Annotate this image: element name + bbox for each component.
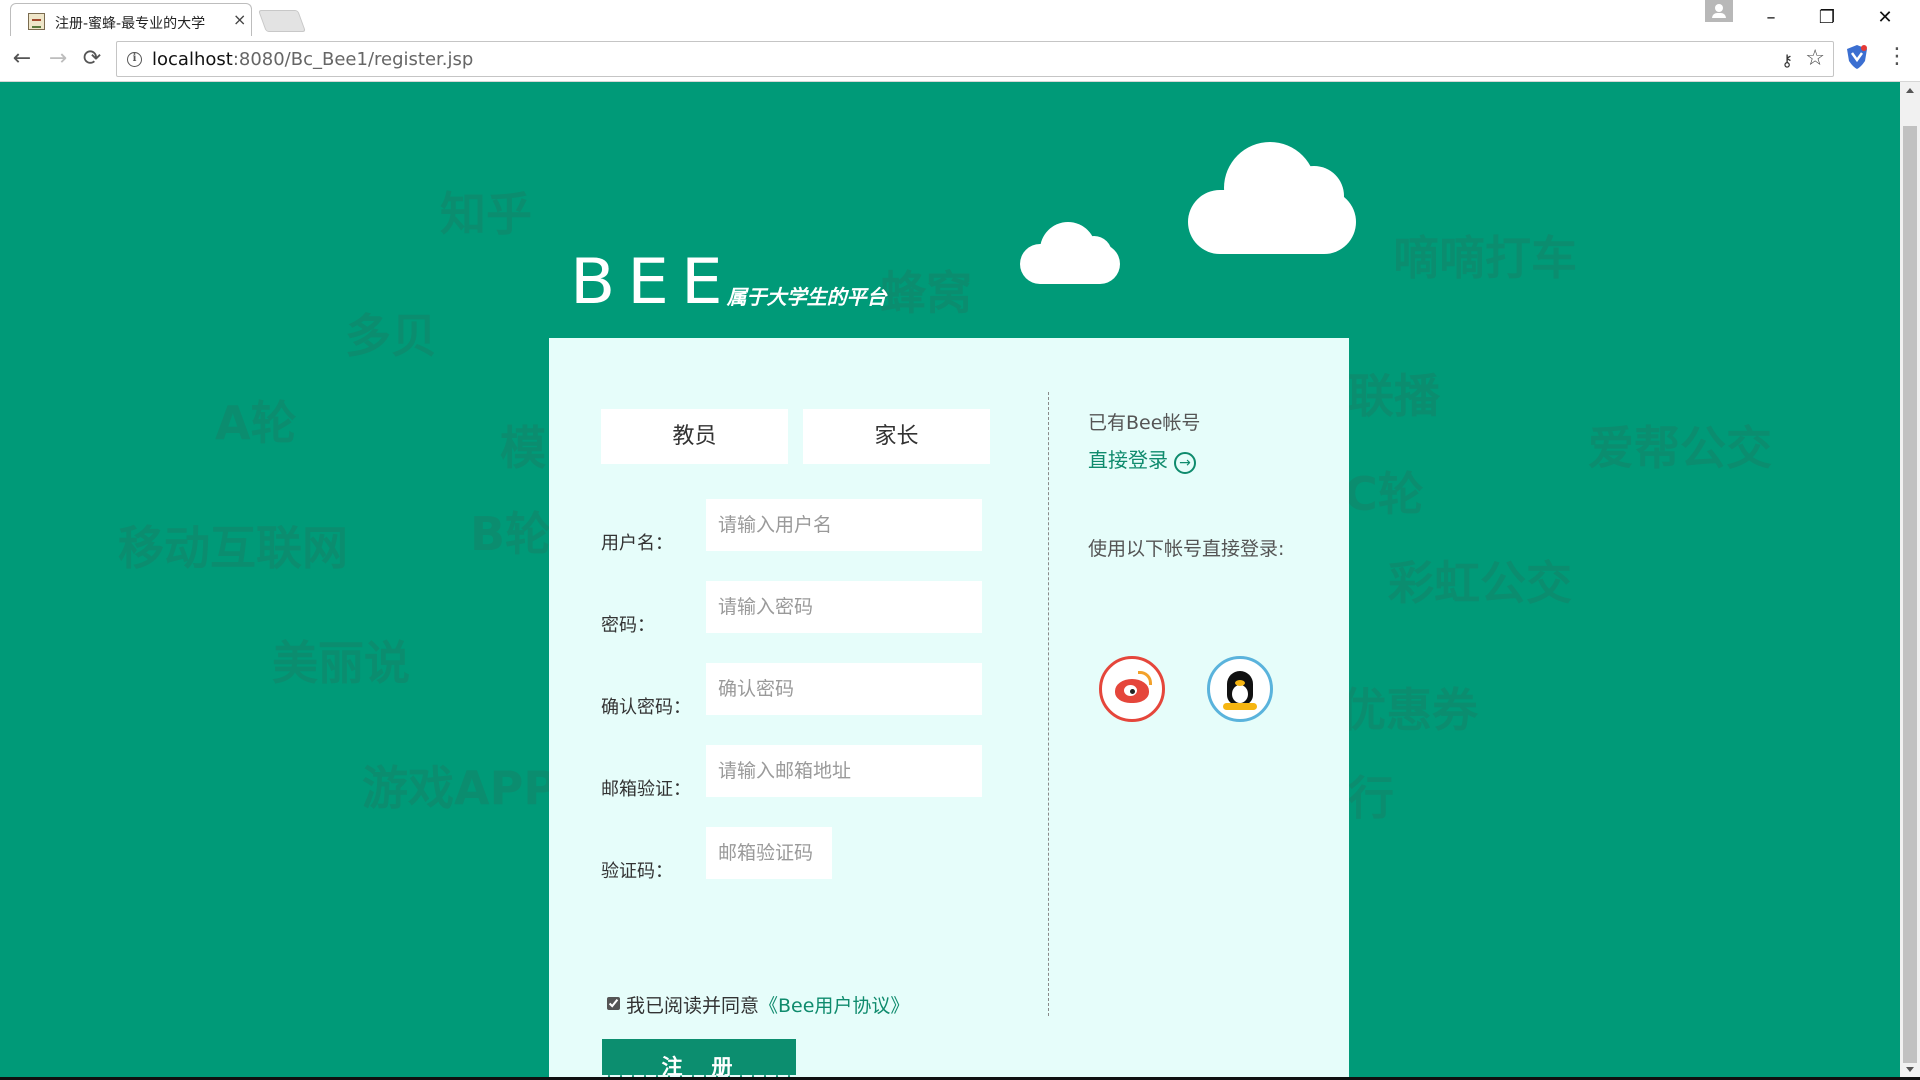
divider	[1048, 392, 1049, 1016]
logo-text: BEE	[570, 244, 735, 319]
browser-toolbar: ← → ⟳ i localhost:8080/Bc_Bee1/register.…	[0, 36, 1920, 82]
social-login-tip: 使用以下帐号直接登录:	[1088, 538, 1285, 560]
url-host: localhost	[152, 49, 233, 70]
verify-code-row: 验证码：	[601, 827, 1081, 883]
register-button[interactable]: 注 册	[602, 1039, 796, 1079]
page-viewport: 知乎 多贝 A轮 模 B轮 移动互联网 美丽说 游戏APP 嘀嘀打车 联播 爱帮…	[0, 82, 1900, 1079]
url-text[interactable]: localhost:8080/Bc_Bee1/register.jsp	[152, 49, 473, 70]
favicon-icon	[28, 13, 45, 30]
background-word: 行	[1348, 771, 1394, 825]
email-input[interactable]	[706, 745, 982, 797]
cloud-icon	[1020, 222, 1120, 284]
close-window-button[interactable]: ✕	[1862, 3, 1908, 33]
password-row: 密码：	[601, 581, 1081, 637]
direct-login-link[interactable]: 直接登录 →	[1088, 444, 1196, 474]
qq-login-button[interactable]	[1207, 656, 1273, 722]
restore-button[interactable]: ❐	[1804, 3, 1850, 33]
username-row: 用户名：	[601, 499, 1081, 555]
background-word: 模	[500, 421, 546, 475]
background-word: 优惠券	[1340, 683, 1478, 737]
role-parent-button[interactable]: 家长	[803, 409, 990, 464]
agreement-row: 我已阅读并同意《Bee用户协议》	[607, 991, 909, 1018]
confirm-password-row: 确认密码：	[601, 663, 1081, 719]
verify-code-label: 验证码：	[601, 861, 673, 882]
background-word: 多贝	[345, 309, 437, 363]
bookmark-star-icon[interactable]: ☆	[1805, 46, 1825, 71]
weibo-login-button[interactable]	[1099, 656, 1165, 722]
address-bar[interactable]: i localhost:8080/Bc_Bee1/register.jsp ⚷ …	[116, 41, 1834, 77]
reload-button[interactable]: ⟳	[78, 45, 106, 73]
background-word: 嘀嘀打车	[1393, 231, 1577, 285]
password-input[interactable]	[706, 581, 982, 633]
background-word: 蜂窝	[880, 266, 972, 320]
forward-button[interactable]: →	[44, 45, 72, 73]
minimize-button[interactable]: –	[1748, 3, 1794, 33]
background-word: B轮	[470, 507, 552, 561]
scroll-down-arrow-icon[interactable]	[1906, 1067, 1914, 1072]
tab-title: 注册-蜜蜂-最专业的大学	[55, 16, 206, 32]
confirm-password-label: 确认密码：	[601, 697, 691, 718]
scroll-thumb[interactable]	[1903, 126, 1917, 1063]
confirm-password-input[interactable]	[706, 663, 982, 715]
username-label: 用户名：	[601, 533, 673, 554]
logo-tagline: 属于大学生的平台	[726, 285, 887, 309]
background-word: 移动互联网	[118, 521, 348, 575]
background-word: C轮	[1344, 467, 1424, 521]
bee-logo: BEE属于大学生的平台	[570, 243, 887, 320]
register-panel: 教员 家长 用户名： 密码： 确认密码： 邮箱验证： 验证码： 我已阅读并同意《…	[549, 338, 1349, 1079]
cloud-icon	[1188, 142, 1356, 254]
has-account-text: 已有Bee帐号	[1088, 412, 1201, 434]
tab-close-icon[interactable]: ×	[233, 10, 246, 29]
email-row: 邮箱验证：	[601, 745, 1081, 801]
background-word: 爱帮公交	[1588, 421, 1772, 475]
agree-text: 我已阅读并同意	[626, 995, 760, 1017]
vertical-scrollbar[interactable]	[1900, 82, 1920, 1080]
agree-checkbox[interactable]	[607, 997, 620, 1010]
url-path: :8080/Bc_Bee1/register.jsp	[232, 49, 474, 70]
email-label: 邮箱验证：	[601, 779, 691, 800]
user-agreement-link[interactable]: 《Bee用户协议》	[759, 995, 909, 1017]
new-tab-button[interactable]	[257, 10, 307, 32]
background-word: A轮	[215, 396, 297, 450]
background-word: 美丽说	[272, 636, 410, 690]
verify-code-input[interactable]	[706, 827, 832, 879]
scroll-up-arrow-icon[interactable]	[1906, 88, 1914, 93]
background-word: 知乎	[440, 187, 532, 241]
arrow-right-circle-icon: →	[1174, 452, 1196, 474]
site-info-icon[interactable]: i	[127, 52, 142, 67]
background-word: 游戏APP	[362, 761, 558, 815]
browser-titlebar: 注册-蜜蜂-最专业的大学 × – ❐ ✕	[0, 0, 1920, 36]
role-teacher-button[interactable]: 教员	[601, 409, 788, 464]
password-label: 密码：	[601, 615, 655, 636]
profile-icon[interactable]	[1705, 0, 1733, 22]
username-input[interactable]	[706, 499, 982, 551]
shield-extension-icon[interactable]	[1846, 44, 1868, 70]
background-word: 联播	[1348, 369, 1440, 423]
browser-menu-icon[interactable]: ⋮	[1886, 44, 1908, 69]
key-icon[interactable]: ⚷	[1781, 51, 1793, 70]
background-word: 彩虹公交	[1388, 556, 1572, 610]
browser-tab[interactable]: 注册-蜜蜂-最专业的大学 ×	[10, 3, 252, 36]
back-button[interactable]: ←	[8, 45, 36, 73]
direct-login-label: 直接登录	[1088, 448, 1168, 472]
